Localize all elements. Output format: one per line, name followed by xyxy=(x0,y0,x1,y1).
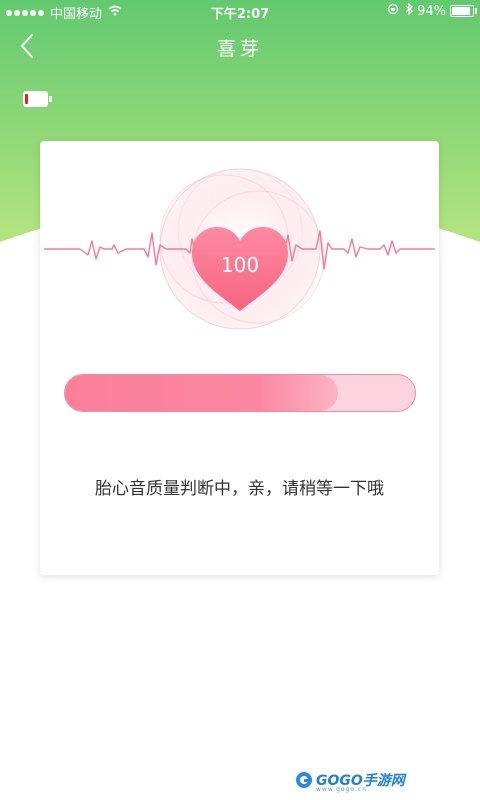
gogo-logo-icon xyxy=(296,772,312,788)
battery-icon xyxy=(450,5,477,17)
battery-low-icon xyxy=(23,91,52,107)
heart-rate-card: 100 胎心音质量判断中，亲，请稍等一下哦 xyxy=(40,141,439,575)
quality-progress-fill xyxy=(65,375,338,411)
heart-rate-display: 100 xyxy=(40,161,439,341)
heart-rate-value: 100 xyxy=(220,253,260,277)
battery-percent: 94% xyxy=(417,3,446,19)
battery-level-indicator xyxy=(25,94,28,104)
status-message: 胎心音质量判断中，亲，请稍等一下哦 xyxy=(95,479,384,499)
watermark: GOGO手游网 www.gogo.cn xyxy=(294,770,405,793)
rotation-lock-icon xyxy=(387,3,399,19)
page-title: 喜芽 xyxy=(216,38,263,60)
heartbeat-graphic xyxy=(44,168,435,330)
nav-bar: 喜芽 xyxy=(0,22,480,70)
status-bar: 中国移动 下午2:07 94% xyxy=(0,0,480,22)
watermark-url: www.gogo.cn xyxy=(316,786,367,793)
bluetooth-icon xyxy=(405,2,413,19)
quality-progress-bar xyxy=(64,374,416,412)
status-right: 94% xyxy=(387,2,477,19)
